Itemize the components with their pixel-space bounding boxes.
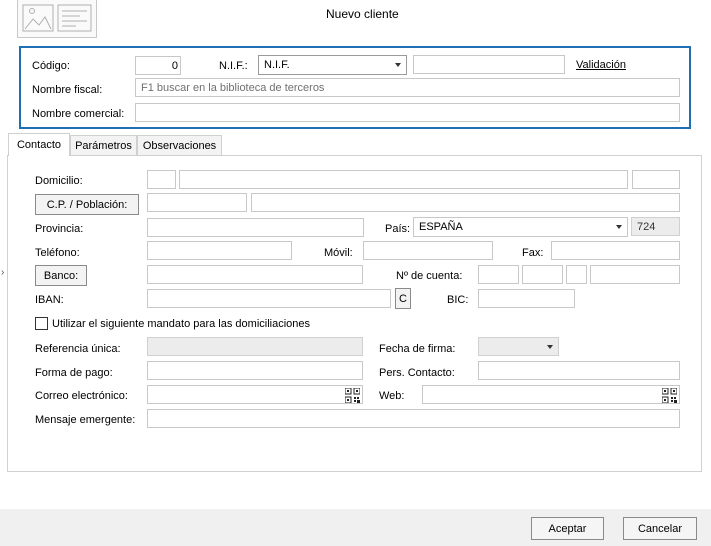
client-card-icon xyxy=(17,0,97,38)
pais-code-value: 724 xyxy=(637,221,656,233)
iban-calc-button-label: C xyxy=(399,292,407,305)
fecha-firma-select[interactable] xyxy=(478,337,559,356)
mensaje-input[interactable] xyxy=(147,409,680,428)
pers-contacto-label: Pers. Contacto: xyxy=(379,367,455,379)
referencia-input xyxy=(147,337,363,356)
chevron-down-icon xyxy=(395,63,401,67)
web-input[interactable] xyxy=(422,385,680,404)
nombre-fiscal-input[interactable]: F1 buscar en la biblioteca de terceros xyxy=(135,78,680,97)
tab-parametros-label: Parámetros xyxy=(75,139,132,152)
iban-label: IBAN: xyxy=(35,294,64,306)
mandato-checkbox[interactable] xyxy=(35,317,48,330)
mandato-checkbox-label: Utilizar el siguiente mandato para las d… xyxy=(52,318,311,330)
nif-label: N.I.F.: xyxy=(219,60,248,72)
provincia-label: Provincia: xyxy=(35,223,84,235)
banco-button-label: Banco: xyxy=(43,269,79,282)
validacion-link[interactable]: Validación xyxy=(576,58,626,72)
tab-observaciones[interactable]: Observaciones xyxy=(137,135,222,155)
cuenta-oficina-input[interactable] xyxy=(522,265,563,284)
domicilio-numero-input[interactable] xyxy=(632,170,680,189)
nombre-comercial-label: Nombre comercial: xyxy=(32,108,125,120)
mensaje-label: Mensaje emergente: xyxy=(35,414,136,426)
codigo-value: 0 xyxy=(171,60,178,72)
cp-poblacion-button-label: C.P. / Población: xyxy=(46,198,128,211)
tab-contacto-label: Contacto xyxy=(16,139,62,151)
cancelar-button[interactable]: Cancelar xyxy=(623,517,697,540)
codigo-label: Código: xyxy=(32,60,70,72)
iban-calc-button[interactable]: C xyxy=(395,288,411,309)
telefono-input[interactable] xyxy=(147,241,292,260)
movil-label: Móvil: xyxy=(324,247,353,259)
expand-arrow-icon[interactable]: › xyxy=(1,266,4,280)
telefono-label: Teléfono: xyxy=(35,247,80,259)
nif-input[interactable] xyxy=(413,55,565,74)
iban-input[interactable] xyxy=(147,289,391,308)
codigo-input[interactable]: 0 xyxy=(135,56,181,75)
nombre-fiscal-label: Nombre fiscal: xyxy=(32,84,103,96)
fax-input[interactable] xyxy=(551,241,680,260)
qr-code-icon[interactable] xyxy=(662,388,677,403)
tab-contacto[interactable]: Contacto xyxy=(8,133,70,156)
aceptar-button-label: Aceptar xyxy=(548,522,587,535)
cuenta-entidad-input[interactable] xyxy=(478,265,519,284)
nif-type-select[interactable]: N.I.F. xyxy=(258,55,407,75)
bic-input[interactable] xyxy=(478,289,575,308)
cuenta-dc-input[interactable] xyxy=(566,265,587,284)
banco-button[interactable]: Banco: xyxy=(35,265,87,286)
provincia-input[interactable] xyxy=(147,218,364,237)
tab-observaciones-label: Observaciones xyxy=(142,139,217,152)
correo-input[interactable] xyxy=(147,385,363,404)
fecha-firma-label: Fecha de firma: xyxy=(379,343,456,355)
banco-input[interactable] xyxy=(147,265,363,284)
correo-label: Correo electrónico: xyxy=(35,390,128,402)
forma-pago-label: Forma de pago: xyxy=(35,367,113,379)
movil-input[interactable] xyxy=(363,241,493,260)
chevron-down-icon xyxy=(616,225,622,229)
aceptar-button[interactable]: Aceptar xyxy=(531,517,604,540)
cancelar-button-label: Cancelar xyxy=(637,522,683,535)
footer-bar xyxy=(0,509,711,546)
bic-label: BIC: xyxy=(447,294,469,306)
chevron-down-icon xyxy=(547,345,553,349)
pers-contacto-input[interactable] xyxy=(478,361,680,380)
cuenta-numero-input[interactable] xyxy=(590,265,680,284)
window-title: Nuevo cliente xyxy=(326,7,399,21)
cp-poblacion-button[interactable]: C.P. / Población: xyxy=(35,194,139,215)
pais-select[interactable]: ESPAÑA xyxy=(413,217,628,237)
fax-label: Fax: xyxy=(522,247,544,259)
qr-code-icon[interactable] xyxy=(345,388,360,403)
poblacion-input[interactable] xyxy=(251,193,680,212)
domicilio-label: Domicilio: xyxy=(35,175,83,187)
nif-type-value: N.I.F. xyxy=(264,59,290,71)
pais-value: ESPAÑA xyxy=(419,221,463,233)
tab-parametros[interactable]: Parámetros xyxy=(70,135,137,155)
domicilio-input[interactable] xyxy=(179,170,628,189)
cp-input[interactable] xyxy=(147,193,247,212)
nombre-fiscal-placeholder: F1 buscar en la biblioteca de terceros xyxy=(141,82,325,94)
referencia-label: Referencia única: xyxy=(35,343,121,355)
web-label: Web: xyxy=(379,390,405,402)
nombre-comercial-input[interactable] xyxy=(135,103,680,122)
pais-code-field: 724 xyxy=(631,217,680,236)
cuenta-label: Nº de cuenta: xyxy=(396,270,463,282)
domicilio-tipo-input[interactable] xyxy=(147,170,176,189)
pais-label: País: xyxy=(385,223,411,235)
forma-pago-input[interactable] xyxy=(147,361,363,380)
